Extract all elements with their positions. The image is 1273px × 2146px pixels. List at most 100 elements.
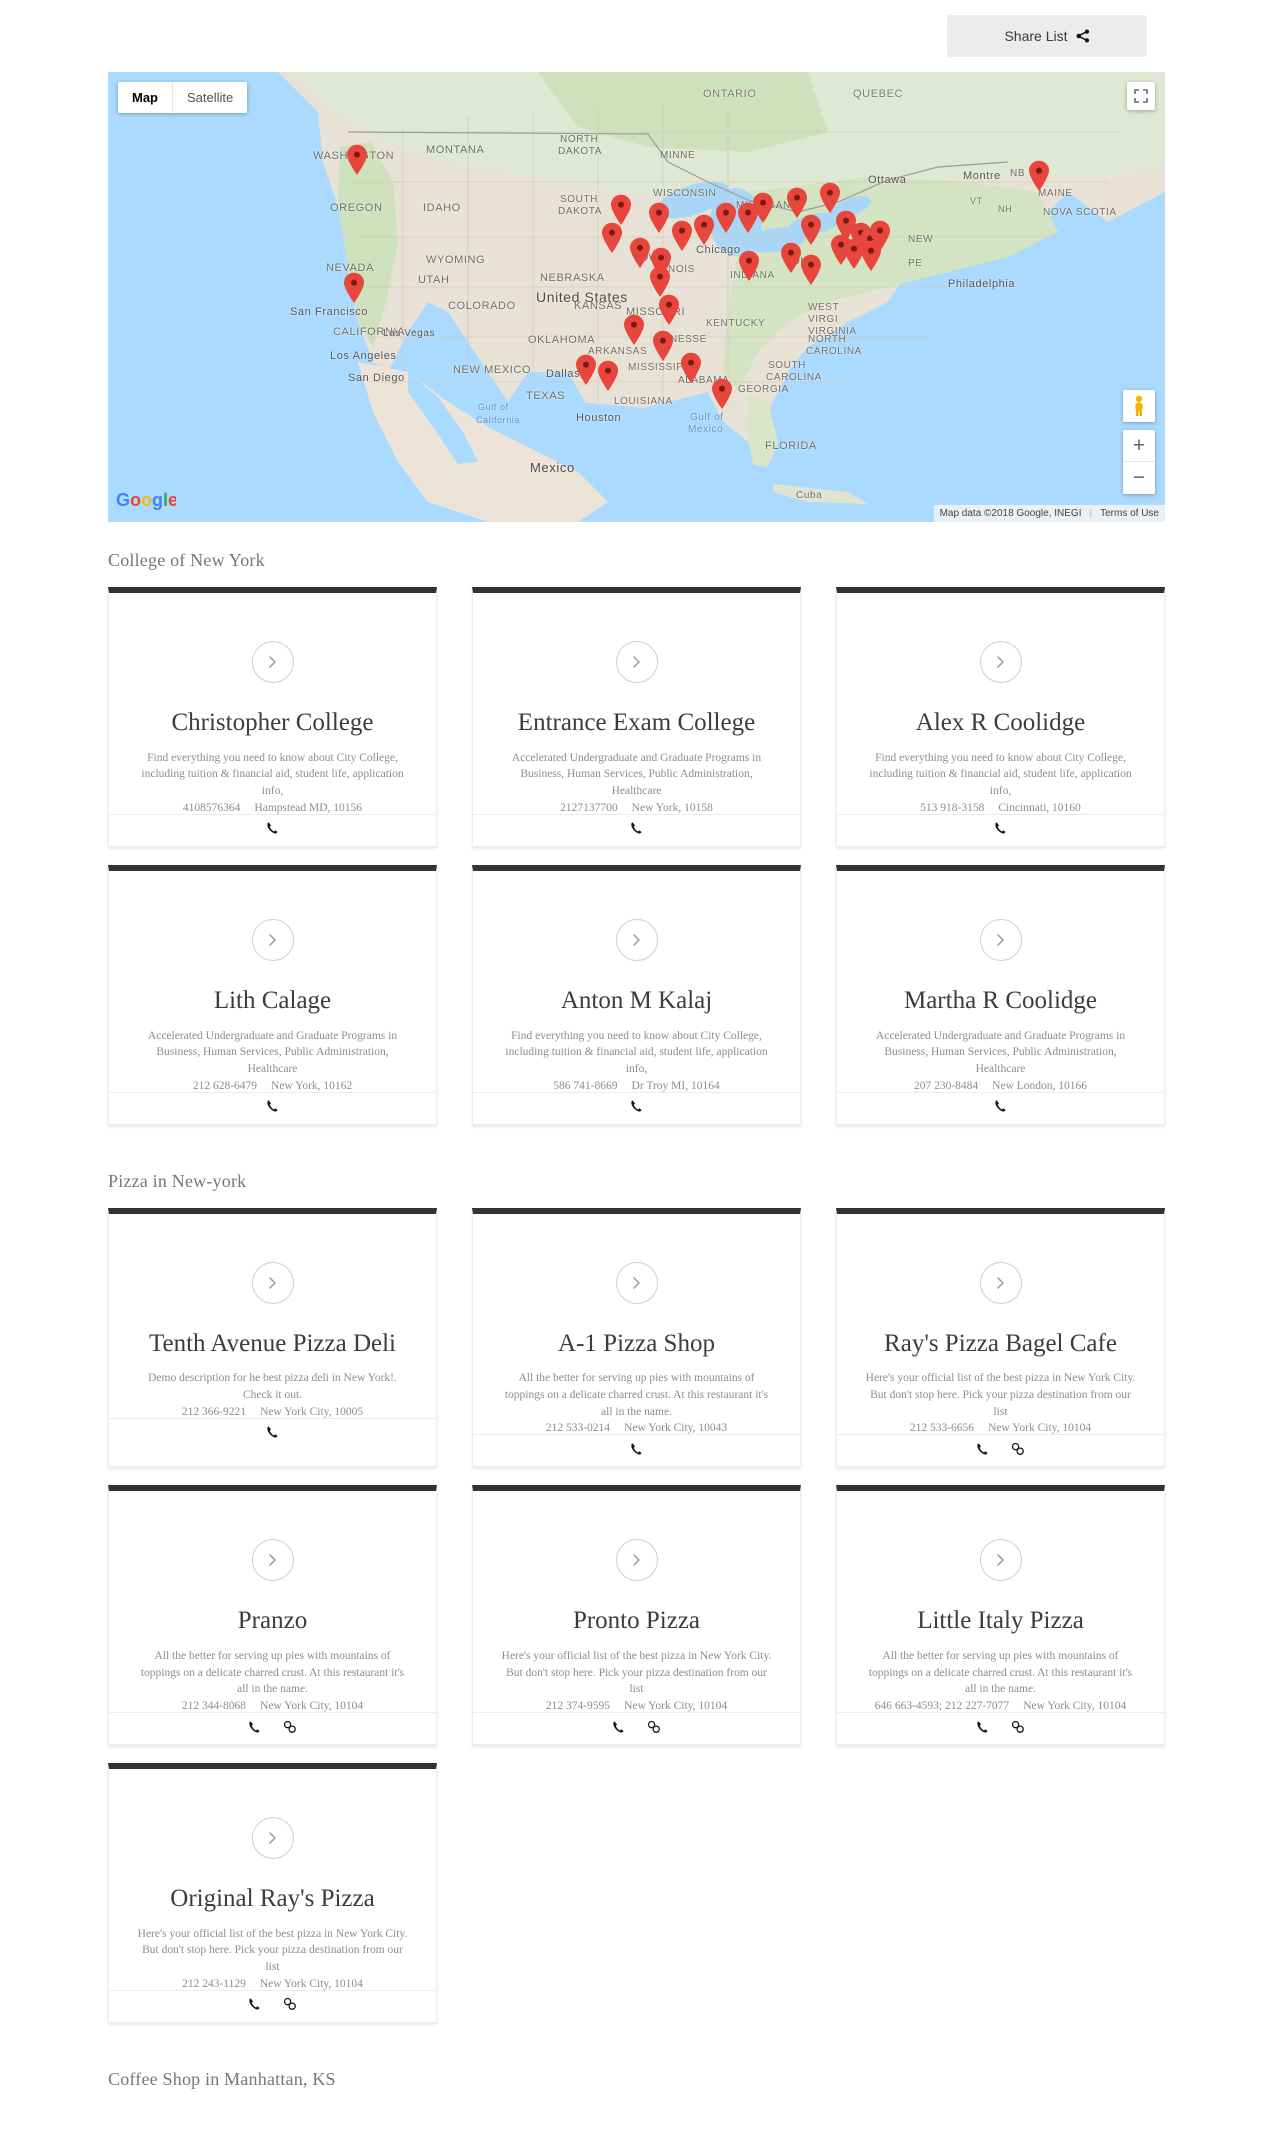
svg-text:Google: Google bbox=[116, 490, 176, 510]
chevron-right-icon[interactable] bbox=[979, 918, 1022, 961]
phone-icon[interactable] bbox=[630, 1442, 643, 1456]
map-marker-pin[interactable] bbox=[346, 144, 368, 176]
listing-description: All the better for serving up pies with … bbox=[868, 1650, 1133, 1696]
listing-address: New York, 10162 bbox=[271, 1079, 353, 1092]
listing-card[interactable]: Lith Calage Accelerated Undergraduate and… bbox=[108, 864, 437, 1125]
link-icon[interactable] bbox=[1011, 1442, 1025, 1456]
listing-card[interactable]: Christopher College Find everything you n… bbox=[108, 587, 437, 847]
phone-icon[interactable] bbox=[266, 1099, 279, 1113]
link-icon[interactable] bbox=[283, 1720, 297, 1734]
map-marker-pin[interactable] bbox=[601, 222, 623, 254]
zoom-in-button[interactable]: + bbox=[1123, 430, 1155, 462]
chevron-right-icon[interactable] bbox=[615, 1539, 658, 1582]
chevron-right-icon[interactable] bbox=[979, 1261, 1022, 1304]
listing-title: Christopher College bbox=[171, 709, 374, 736]
map-marker-pin[interactable] bbox=[680, 352, 702, 384]
street-view-pegman-icon[interactable] bbox=[1123, 390, 1155, 422]
listing-title: Pronto Pizza bbox=[572, 1607, 701, 1635]
chevron-right-icon[interactable] bbox=[251, 1539, 294, 1582]
listing-meta: 586 741-8669 Dr Troy MI, 10164 bbox=[553, 1080, 719, 1092]
listing-title: Little Italy Pizza bbox=[917, 1607, 1084, 1635]
listing-card[interactable]: Tenth Avenue Pizza Deli Demo description … bbox=[108, 1207, 437, 1468]
phone-icon[interactable] bbox=[612, 1720, 625, 1734]
map-marker-pin[interactable] bbox=[715, 202, 737, 234]
map-marker-pin[interactable] bbox=[693, 214, 715, 246]
phone-icon[interactable] bbox=[630, 821, 643, 835]
chevron-right-icon[interactable] bbox=[615, 1261, 658, 1304]
listing-card[interactable]: Ray's Pizza Bagel Cafe Here's your offici… bbox=[836, 1207, 1165, 1468]
chevron-right-icon[interactable] bbox=[979, 1539, 1022, 1582]
zoom-out-button[interactable]: − bbox=[1123, 462, 1155, 494]
map-marker-pin[interactable] bbox=[575, 354, 597, 386]
chevron-right-icon[interactable] bbox=[251, 1261, 294, 1304]
terms-of-use-link[interactable]: Terms of Use bbox=[1100, 508, 1159, 519]
listing-card[interactable]: Original Ray's Pizza Here's your official… bbox=[108, 1763, 437, 2023]
map-type-map-button[interactable]: Map bbox=[118, 82, 172, 113]
listing-description: Find everything you need to know about C… bbox=[869, 751, 1132, 798]
chevron-right-icon[interactable] bbox=[251, 641, 294, 683]
phone-icon[interactable] bbox=[976, 1442, 989, 1456]
chevron-right-icon[interactable] bbox=[251, 1817, 294, 1860]
listing-card[interactable]: Pranzo All the better for serving up pies… bbox=[108, 1485, 437, 1746]
map-marker-pin[interactable] bbox=[343, 272, 365, 304]
listing-title: Lith Calage bbox=[213, 986, 332, 1014]
listing-card[interactable]: Entrance Exam College Accelerated Undergr… bbox=[472, 587, 801, 847]
listing-meta: 2127137700 New York, 10158 bbox=[560, 802, 713, 814]
listing-description: Here's your official list of the best pi… bbox=[137, 1927, 408, 1974]
listing-meta: 4108576364 Hampstead MD, 10156 bbox=[183, 802, 362, 814]
listing-phone-number: 212 344-8068 bbox=[181, 1700, 247, 1713]
map-type-control[interactable]: Map Satellite bbox=[118, 82, 248, 113]
phone-icon[interactable] bbox=[266, 1425, 279, 1439]
phone-icon[interactable] bbox=[994, 821, 1007, 835]
phone-icon[interactable] bbox=[266, 821, 279, 835]
phone-icon[interactable] bbox=[248, 1720, 261, 1734]
listing-phone-number: 4108576364 bbox=[182, 801, 241, 814]
map-marker-pin[interactable] bbox=[752, 192, 774, 224]
map-marker-pin[interactable] bbox=[780, 242, 802, 274]
link-icon[interactable] bbox=[283, 1997, 297, 2011]
listing-card[interactable]: Pronto Pizza Here's your official list of… bbox=[472, 1485, 801, 1746]
listing-phone-number: 212 628-6479 bbox=[192, 1079, 258, 1092]
map-marker-pin[interactable] bbox=[671, 220, 693, 252]
google-logo: Google bbox=[116, 489, 178, 516]
map-zoom-control[interactable]: + − bbox=[1123, 430, 1155, 494]
phone-icon[interactable] bbox=[248, 1997, 261, 2011]
listing-card[interactable]: Martha R Coolidge Accelerated Undergradua… bbox=[836, 864, 1165, 1125]
map-marker-pin[interactable] bbox=[738, 250, 760, 282]
listing-card[interactable]: A-1 Pizza Shop All the better for serving… bbox=[472, 1207, 801, 1468]
map-marker-pin[interactable] bbox=[1028, 160, 1050, 192]
map-marker-pin[interactable] bbox=[860, 240, 882, 272]
map-marker-pin[interactable] bbox=[623, 314, 645, 346]
chevron-right-icon[interactable] bbox=[615, 641, 658, 683]
map-marker-pin[interactable] bbox=[597, 360, 619, 392]
chevron-right-icon[interactable] bbox=[979, 641, 1022, 683]
fullscreen-icon[interactable] bbox=[1127, 82, 1155, 110]
map-marker-pin[interactable] bbox=[629, 237, 651, 269]
map-marker-pin[interactable] bbox=[800, 254, 822, 286]
listing-card[interactable]: Little Italy Pizza All the better for ser… bbox=[836, 1485, 1165, 1746]
listing-actions bbox=[837, 1712, 1164, 1744]
map-type-satellite-button[interactable]: Satellite bbox=[172, 82, 248, 113]
listing-card[interactable]: Alex R Coolidge Find everything you need … bbox=[836, 587, 1165, 847]
share-list-button[interactable]: Share List bbox=[947, 15, 1147, 57]
listing-actions bbox=[837, 1434, 1164, 1466]
map-marker-pin[interactable] bbox=[652, 330, 674, 362]
map-container[interactable]: ONTARIOQUEBECWASHINGTONMONTANANORTHDAKOT… bbox=[108, 72, 1165, 522]
map-marker-pin[interactable] bbox=[648, 202, 670, 234]
map-marker-pin[interactable] bbox=[658, 294, 680, 326]
listing-description: Demo description for he best pizza deli … bbox=[148, 1372, 397, 1401]
listing-phone-number: 212 533-6656 bbox=[909, 1422, 975, 1435]
listing-description: Find everything you need to know about C… bbox=[141, 751, 404, 798]
chevron-right-icon[interactable] bbox=[251, 918, 294, 961]
map-marker-pin[interactable] bbox=[800, 214, 822, 246]
link-icon[interactable] bbox=[647, 1720, 661, 1734]
chevron-right-icon[interactable] bbox=[615, 918, 658, 961]
link-icon[interactable] bbox=[1011, 1720, 1025, 1734]
section-title: College of New York bbox=[108, 550, 265, 570]
phone-icon[interactable] bbox=[976, 1720, 989, 1734]
phone-icon[interactable] bbox=[994, 1099, 1007, 1113]
listing-actions bbox=[109, 1091, 436, 1124]
map-marker-pin[interactable] bbox=[711, 378, 733, 410]
listing-card[interactable]: Anton M Kalaj Find everything you need to… bbox=[472, 864, 801, 1125]
phone-icon[interactable] bbox=[630, 1099, 643, 1113]
